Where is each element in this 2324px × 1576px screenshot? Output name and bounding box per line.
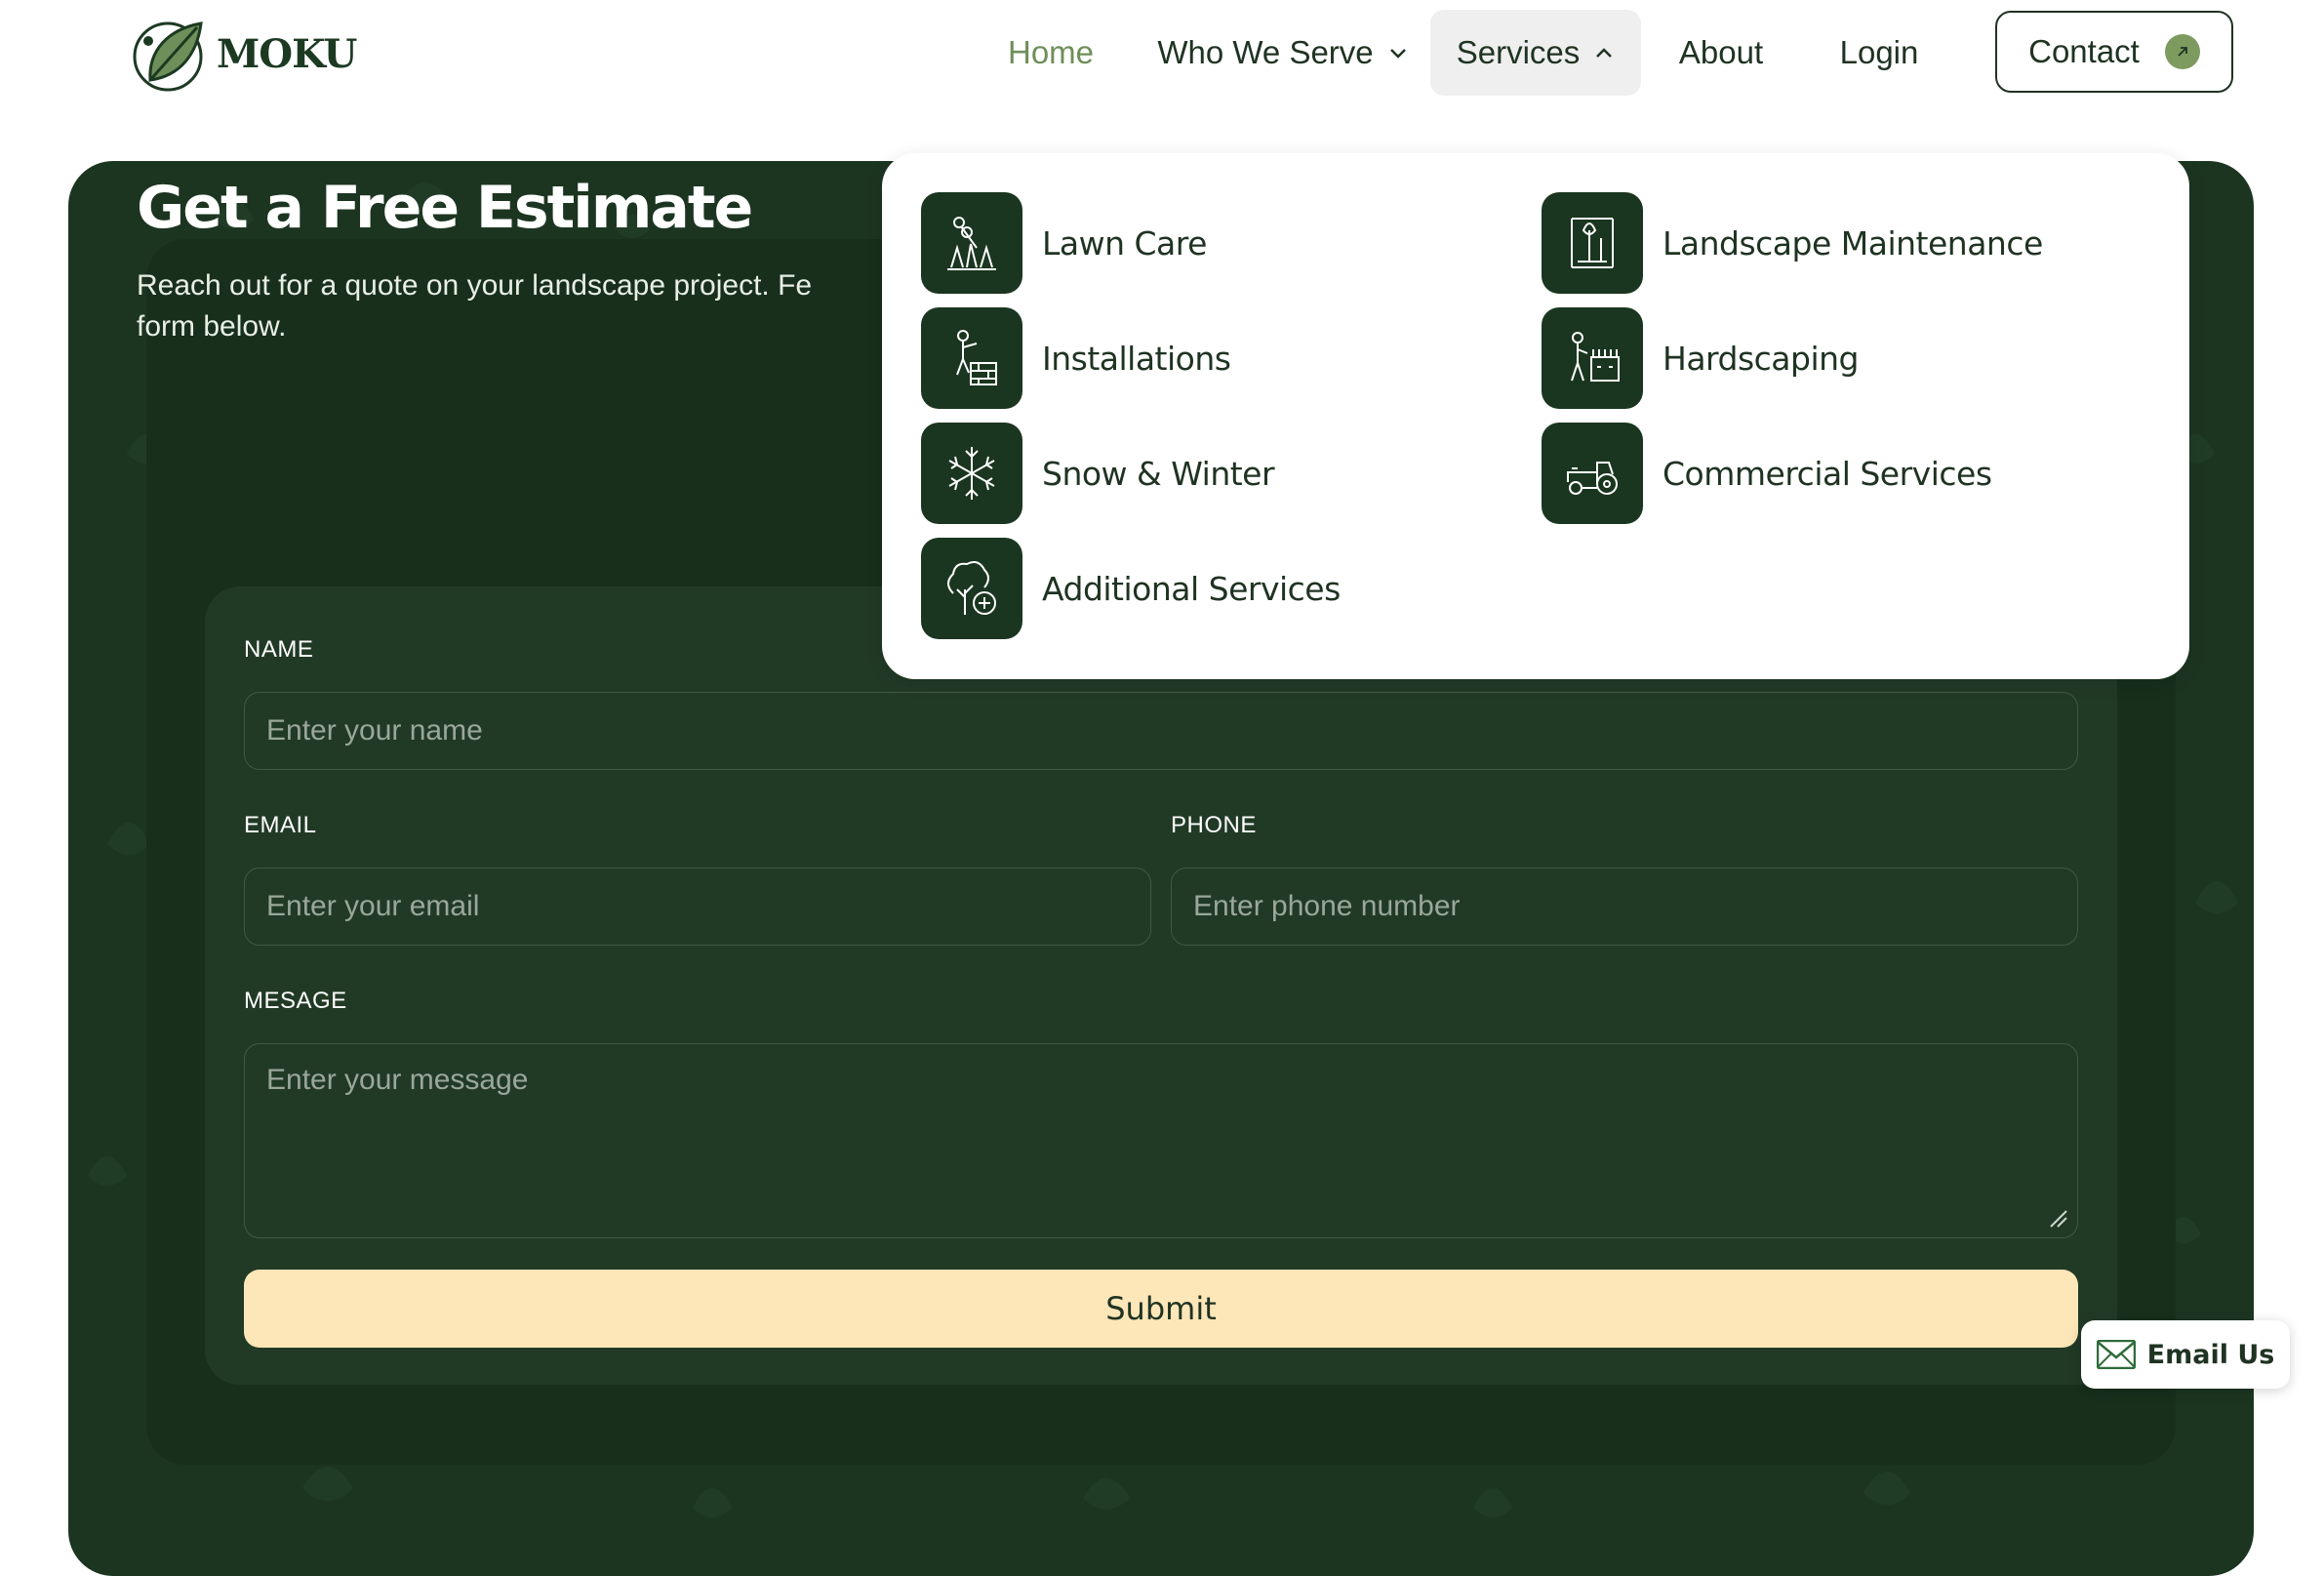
lawn-care-icon [921,192,1022,294]
menu-item-label: Commercial Services [1663,454,1992,493]
nav-services-label: Services [1456,34,1581,70]
submit-button[interactable]: Submit [244,1270,2078,1348]
menu-item-label: Hardscaping [1663,339,1860,378]
menu-item-label: Installations [1042,339,1231,378]
nav-home[interactable]: Home [987,10,1114,96]
email-label: EMAIL [244,812,317,838]
name-label: NAME [244,636,314,663]
nav-who-we-serve[interactable]: Who We Serve [1151,10,1415,96]
estimate-subtitle-line2: form below. [137,310,287,343]
menu-item-label: Lawn Care [1042,223,1207,263]
estimate-subtitle-line1: Reach out for a quote on your landscape … [137,269,813,302]
contact-button-label: Contact [2028,33,2140,69]
landscape-maintenance-icon [1542,192,1643,294]
name-input[interactable] [244,692,2078,770]
menu-item-landscape-maintenance[interactable]: Landscape Maintenance [1542,192,2043,294]
nav-about[interactable]: About [1663,10,1780,96]
menu-item-additional-services[interactable]: Additional Services [921,538,1341,639]
services-dropdown: Lawn Care Landscape Maintenance Installa… [882,153,2189,679]
email-input[interactable] [244,868,1151,946]
estimate-title: Get a Free Estimate [137,174,753,242]
email-us-button[interactable]: Email Us [2081,1320,2290,1389]
tree-plus-icon [921,538,1022,639]
installations-icon [921,307,1022,409]
menu-item-snow-winter[interactable]: Snow & Winter [921,423,1275,524]
contact-button[interactable]: Contact [1995,11,2233,93]
tractor-icon [1542,423,1643,524]
nav-services[interactable]: Services [1430,10,1641,96]
phone-input[interactable] [1171,868,2078,946]
menu-item-hardscaping[interactable]: Hardscaping [1542,307,1860,409]
nav-who-we-serve-label: Who We Serve [1157,34,1374,70]
menu-item-label: Snow & Winter [1042,454,1275,493]
message-label: MESAGE [244,988,347,1014]
hardscaping-icon [1542,307,1643,409]
message-textarea[interactable] [244,1043,2078,1238]
chevron-up-icon [1596,48,1613,58]
phone-label: PHONE [1171,812,1257,838]
menu-item-lawn-care[interactable]: Lawn Care [921,192,1207,294]
arrow-up-right-icon [2164,34,2200,69]
menu-item-label: Additional Services [1042,569,1341,608]
snowflake-icon [921,423,1022,524]
email-us-label: Email Us [2146,1339,2275,1370]
nav-login[interactable]: Login [1821,10,1938,96]
chevron-down-icon [1389,49,1406,59]
resize-grip-icon[interactable] [2047,1207,2068,1229]
menu-item-commercial-services[interactable]: Commercial Services [1542,423,1992,524]
menu-item-label: Landscape Maintenance [1663,223,2043,263]
menu-item-installations[interactable]: Installations [921,307,1231,409]
main-nav: Home Who We Serve Services About Login [0,10,2324,96]
envelope-icon [2096,1340,2136,1369]
